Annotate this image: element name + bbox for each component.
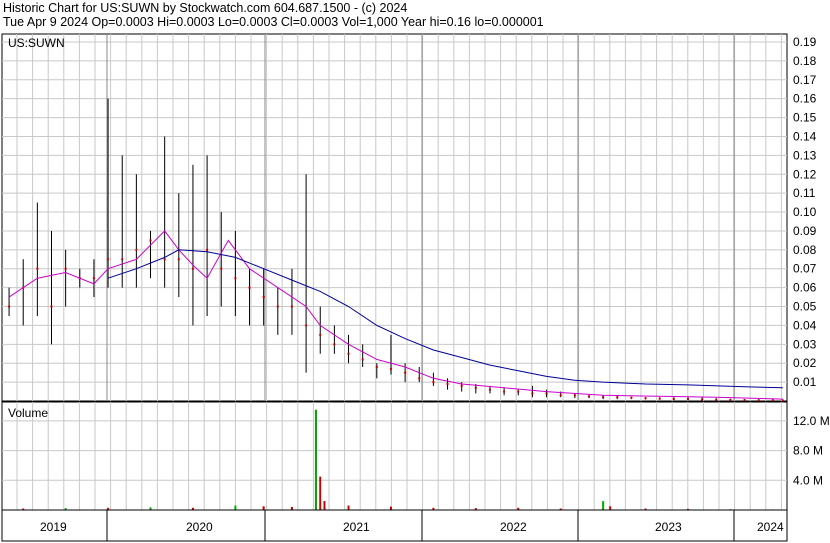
close-dot	[460, 384, 463, 387]
price-y-tick-label: 0.10	[793, 205, 817, 219]
close-dot	[361, 358, 364, 361]
close-dot	[559, 394, 562, 397]
close-dot	[715, 398, 718, 401]
volume-bar	[389, 506, 392, 510]
close-dot	[404, 371, 407, 374]
close-dot	[206, 248, 209, 251]
close-dot	[107, 258, 110, 261]
x-tick-label: 2023	[655, 520, 682, 534]
price-y-tick-label: 0.18	[793, 54, 817, 68]
volume-panel-frame	[1, 401, 788, 511]
close-dot	[262, 296, 265, 299]
close-dot	[191, 267, 194, 270]
stock-chart: 0.19 0.18 0.17 0.16 0.15 0.14 0.13 0.12 0.11 0.10…	[1, 33, 830, 542]
close-dot	[305, 324, 308, 327]
close-dot	[616, 396, 619, 399]
close-dot	[220, 267, 223, 270]
close-dot	[432, 381, 435, 384]
volume-bar	[602, 501, 605, 510]
close-dot	[50, 305, 53, 308]
close-dot	[248, 286, 251, 289]
close-dot	[234, 277, 237, 280]
close-dot	[488, 388, 491, 391]
close-dot	[8, 305, 11, 308]
price-y-tick-label: 0.13	[793, 148, 817, 162]
volume-y-axis: 12.0 M 8.0 M 4.0 M	[793, 414, 830, 487]
close-dot	[701, 398, 704, 401]
close-dot	[92, 277, 95, 280]
price-y-tick-label: 0.09	[793, 224, 817, 238]
price-y-axis: 0.19 0.18 0.17 0.16 0.15 0.14 0.13 0.12 0.11 0.10…	[793, 35, 817, 389]
price-y-tick-label: 0.07	[793, 262, 817, 276]
close-dot	[545, 392, 548, 395]
close-dot	[729, 398, 732, 401]
x-tick-label: 2019	[40, 520, 67, 534]
close-dot	[757, 399, 760, 402]
close-dot	[743, 399, 746, 402]
close-dot	[333, 343, 336, 346]
close-dot	[64, 267, 67, 270]
close-dot	[771, 399, 774, 402]
close-dot	[389, 367, 392, 370]
close-dot	[418, 377, 421, 380]
x-tick-label: 2022	[500, 520, 527, 534]
price-y-tick-label: 0.02	[793, 356, 817, 370]
close-dot	[276, 305, 279, 308]
price-panel-label: US:SUWN	[8, 36, 65, 50]
price-y-tick-label: 0.14	[793, 129, 817, 143]
close-dot	[531, 392, 534, 395]
price-y-tick-label: 0.05	[793, 300, 817, 314]
price-y-tick-label: 0.04	[793, 318, 817, 332]
close-dot	[163, 258, 166, 261]
price-y-tick-label: 0.19	[793, 35, 817, 49]
volume-bar	[347, 505, 350, 510]
close-dot	[149, 239, 152, 242]
close-dot	[587, 395, 590, 398]
price-y-tick-label: 0.16	[793, 92, 817, 106]
close-dot	[177, 258, 180, 261]
volume-y-tick-label: 12.0 M	[793, 414, 830, 428]
close-dot	[36, 267, 39, 270]
close-dot	[446, 382, 449, 385]
volume-bar	[234, 505, 237, 510]
volume-panel-label: Volume	[8, 406, 48, 420]
price-y-tick-label: 0.01	[793, 375, 817, 389]
close-dot	[644, 397, 647, 400]
x-tick-label: 2020	[186, 520, 213, 534]
volume-y-tick-label: 4.0 M	[793, 473, 823, 487]
close-dot	[630, 396, 633, 399]
price-y-tick-label: 0.17	[793, 73, 817, 87]
volume-bar	[262, 506, 265, 510]
close-dot	[319, 333, 322, 336]
price-y-tick-label: 0.03	[793, 337, 817, 351]
close-dot	[121, 258, 124, 261]
price-panel-frame	[1, 33, 788, 402]
volume-bar	[609, 506, 612, 510]
close-dot	[474, 386, 477, 389]
price-y-tick-label: 0.06	[793, 281, 817, 295]
price-y-tick-label: 0.12	[793, 167, 817, 181]
close-dot	[290, 305, 293, 308]
x-tick-label: 2024	[757, 520, 784, 534]
close-dot	[686, 398, 689, 401]
volume-bar	[315, 409, 317, 510]
close-dot	[781, 399, 784, 402]
close-dot	[573, 394, 576, 397]
x-tick-label: 2021	[343, 520, 370, 534]
volume-y-tick-label: 8.0 M	[793, 444, 823, 458]
close-dot	[517, 390, 520, 393]
close-dot	[375, 365, 378, 368]
price-y-tick-label: 0.11	[793, 186, 816, 200]
close-dot	[503, 390, 506, 393]
volume-bar	[319, 476, 322, 510]
volume-bar	[323, 501, 326, 510]
close-dot	[135, 248, 138, 251]
close-dot	[602, 396, 605, 399]
price-y-tick-label: 0.15	[793, 111, 817, 125]
close-dot	[658, 397, 661, 400]
close-dot	[347, 352, 350, 355]
price-y-tick-label: 0.08	[793, 243, 817, 257]
close-dot	[672, 398, 675, 401]
